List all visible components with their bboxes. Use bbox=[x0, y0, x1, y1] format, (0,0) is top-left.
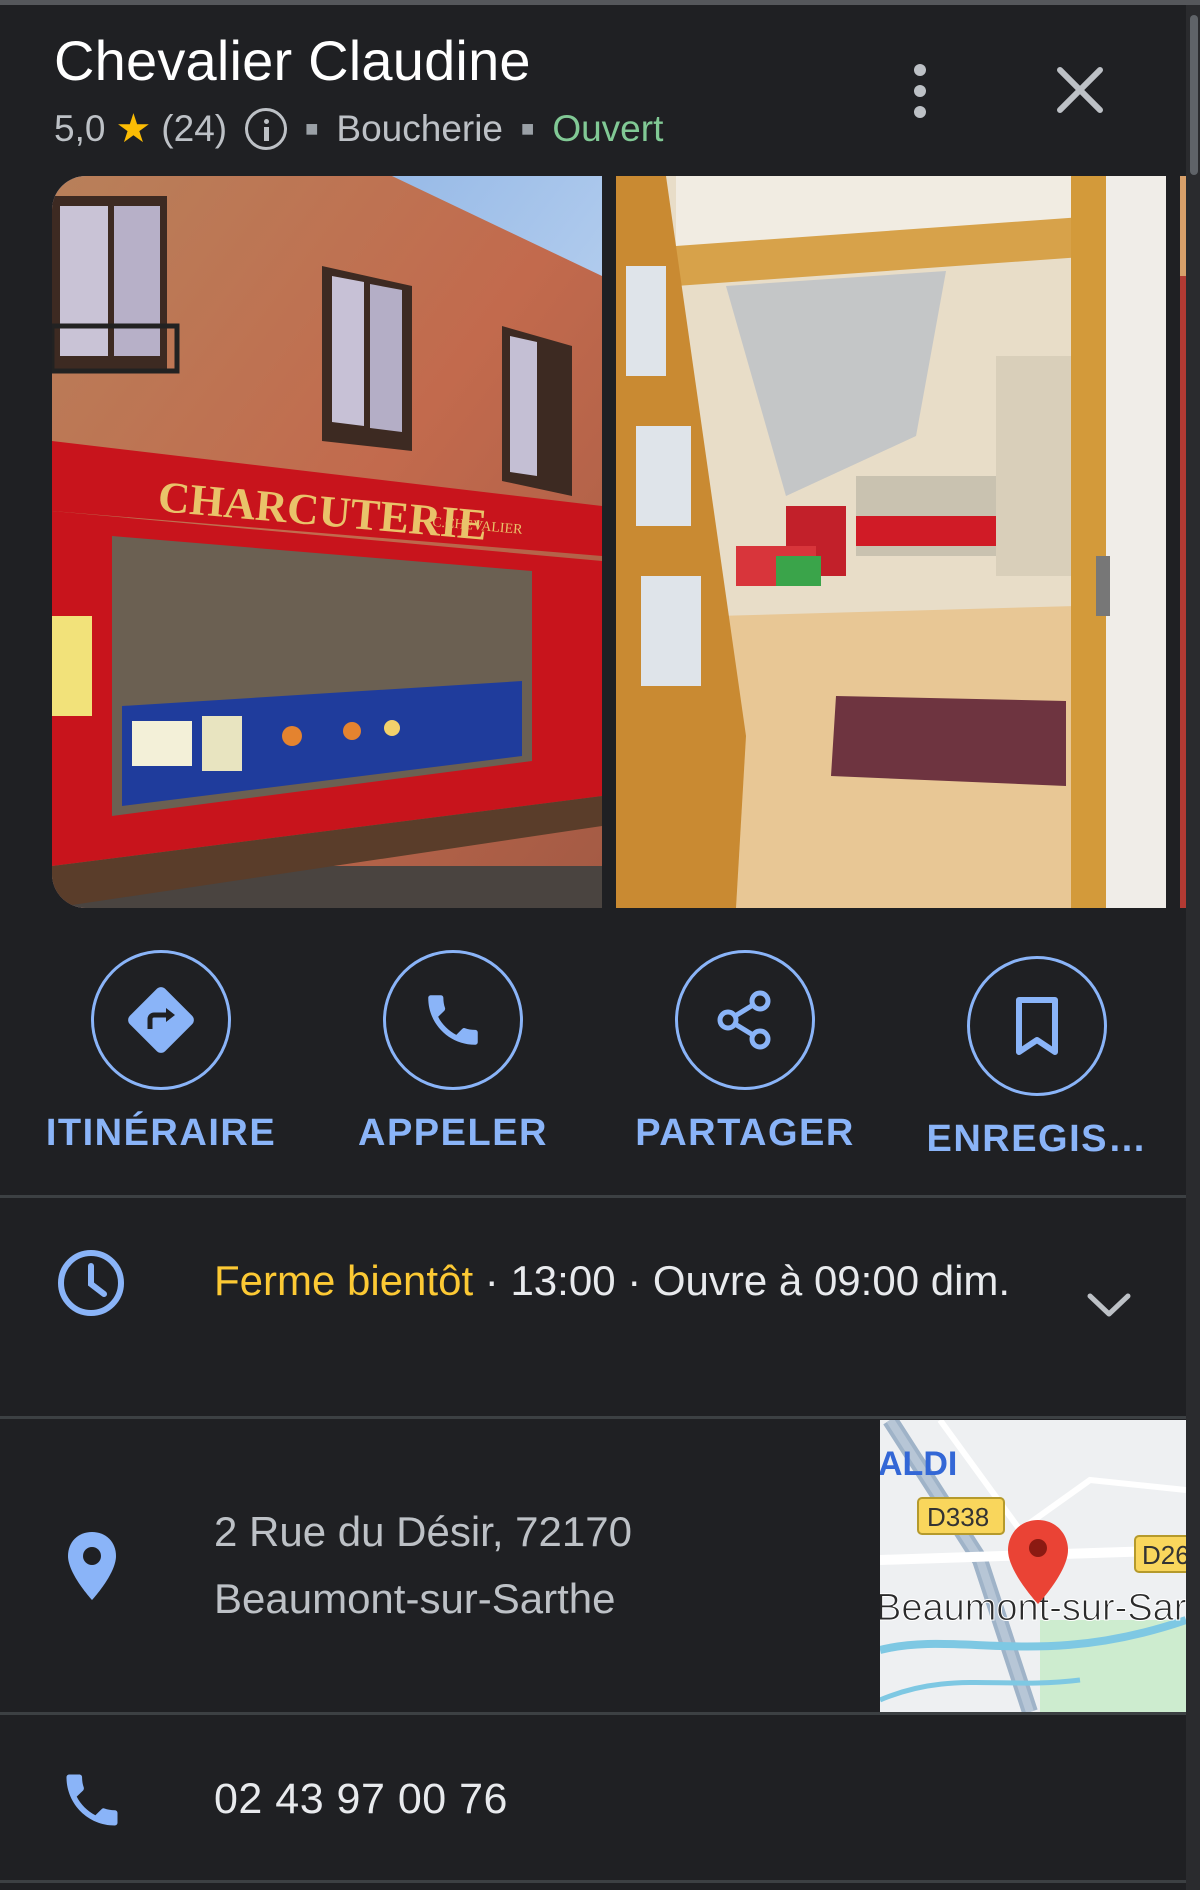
bookmark-icon[interactable] bbox=[967, 956, 1107, 1096]
address[interactable]: 2 Rue du Désir, 72170 Beaumont-sur-Sarth… bbox=[214, 1498, 632, 1632]
rating-value: 5,0 bbox=[54, 108, 106, 149]
save-label: ENREGIS… bbox=[926, 1118, 1148, 1160]
divider bbox=[0, 1880, 1186, 1883]
map-road-d26: D26 bbox=[1142, 1540, 1186, 1570]
closing-soon-status: Ferme bientôt bbox=[214, 1257, 474, 1304]
action-bar: ITINÉRAIRE APPELER PARTAGER ENREGIS… bbox=[0, 950, 1186, 1160]
call-button[interactable]: APPELER bbox=[328, 950, 578, 1155]
place-title: Chevalier Claudine bbox=[54, 29, 531, 92]
review-count[interactable]: (24) bbox=[161, 108, 227, 150]
phone-icon bbox=[58, 1766, 126, 1839]
phone-icon[interactable] bbox=[383, 950, 523, 1090]
share-icon[interactable] bbox=[675, 950, 815, 1090]
divider bbox=[0, 1416, 1186, 1419]
hours-summary[interactable]: Ferme bientôt · 13:00 · Ouvre à 09:00 di… bbox=[214, 1248, 1034, 1314]
photo-interior[interactable] bbox=[616, 176, 1166, 908]
chevron-down-icon[interactable] bbox=[1084, 1290, 1134, 1320]
location-pin-icon bbox=[66, 1530, 118, 1607]
category-label: Boucherie bbox=[336, 108, 504, 149]
open-status: Ouvert bbox=[552, 108, 664, 149]
directions-button[interactable]: ITINÉRAIRE bbox=[36, 950, 286, 1155]
clock-icon bbox=[56, 1248, 126, 1323]
hours-detail: · 13:00 · Ouvre à 09:00 dim. bbox=[473, 1257, 1011, 1304]
star-icon: ★ bbox=[115, 107, 152, 151]
photo-carousel[interactable]: CHARCUTERIE C.CHEVALIER bbox=[0, 176, 1186, 908]
place-meta: 5,0 ★ (24) ■ Boucherie ■ Ouvert bbox=[54, 106, 663, 152]
call-label: APPELER bbox=[358, 1112, 548, 1154]
map-road-d338: D338 bbox=[927, 1502, 989, 1532]
divider bbox=[0, 1712, 1186, 1715]
address-line-1: 2 Rue du Désir, 72170 bbox=[214, 1508, 632, 1555]
photo-next-partial[interactable] bbox=[1180, 176, 1186, 908]
mini-map[interactable]: ALDI D338 D26 Beaumont-sur-Sarthe bbox=[880, 1420, 1186, 1712]
map-label-store: ALDI bbox=[880, 1445, 957, 1483]
save-button[interactable]: ENREGIS… bbox=[912, 956, 1162, 1161]
info-icon[interactable] bbox=[245, 108, 288, 150]
scrollbar-thumb[interactable] bbox=[1190, 15, 1198, 175]
photo-storefront[interactable]: CHARCUTERIE C.CHEVALIER bbox=[52, 176, 602, 908]
share-button[interactable]: PARTAGER bbox=[620, 950, 870, 1155]
divider bbox=[0, 1195, 1186, 1198]
place-header: Chevalier Claudine 5,0 ★ (24) ■ Boucheri… bbox=[0, 0, 1186, 170]
directions-label: ITINÉRAIRE bbox=[45, 1112, 277, 1154]
separator-dot: ■ bbox=[521, 116, 535, 141]
scrollbar[interactable] bbox=[1186, 5, 1200, 1890]
phone-number[interactable]: 02 43 97 00 76 bbox=[214, 1775, 508, 1824]
address-line-2: Beaumont-sur-Sarthe bbox=[214, 1575, 616, 1622]
directions-icon[interactable] bbox=[91, 950, 231, 1090]
share-label: PARTAGER bbox=[635, 1112, 855, 1154]
separator-dot: ■ bbox=[305, 116, 319, 141]
close-icon[interactable] bbox=[1050, 60, 1110, 120]
more-options-icon[interactable] bbox=[900, 58, 940, 124]
